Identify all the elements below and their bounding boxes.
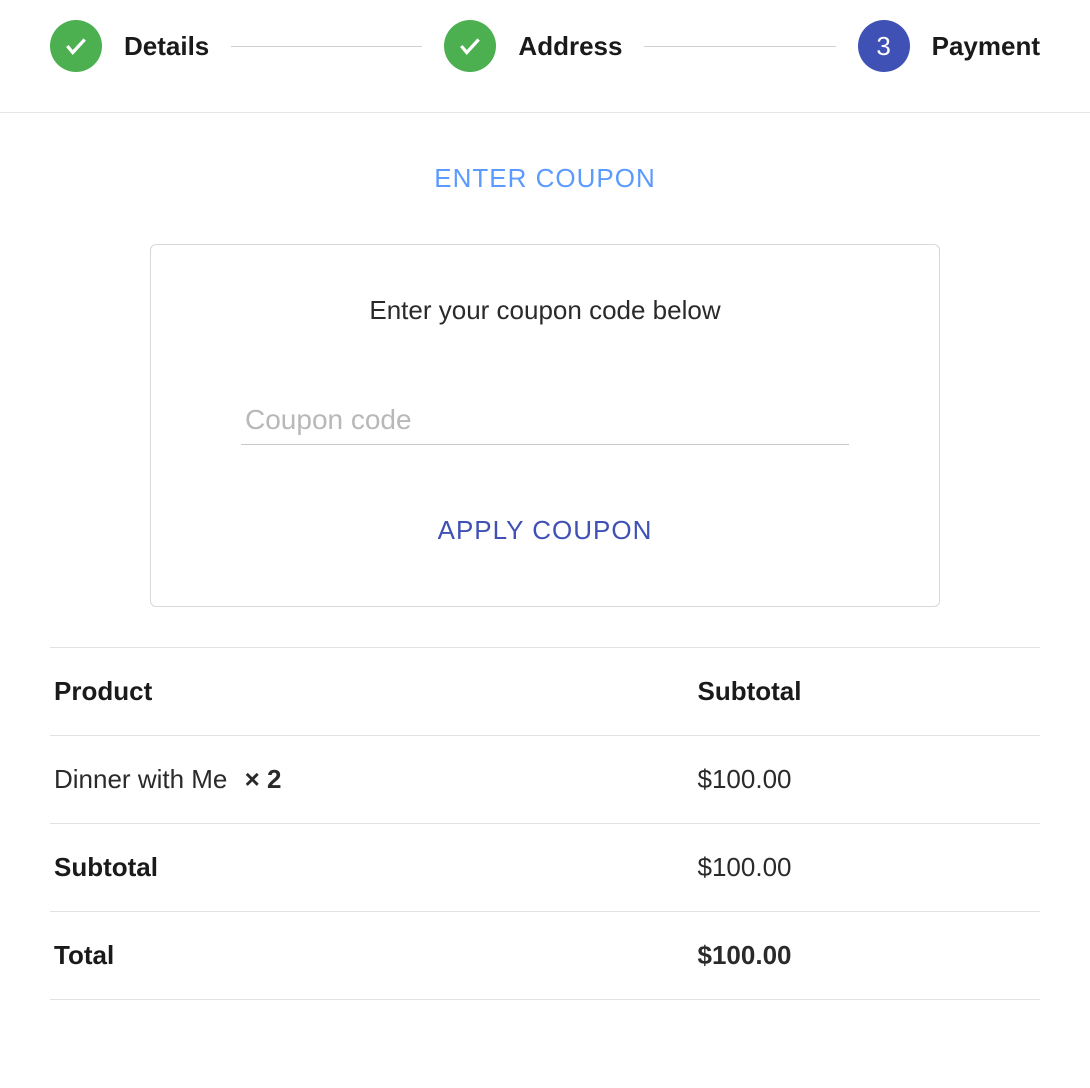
check-icon [50,20,102,72]
step-payment[interactable]: 3 Payment [858,20,1040,72]
subtotal-label: Subtotal [50,824,694,912]
total-label: Total [50,912,694,1000]
line-item-amount: $100.00 [694,736,1041,824]
step-address[interactable]: Address [444,20,622,72]
step-label: Payment [932,31,1040,62]
subtotal-amount: $100.00 [694,824,1041,912]
step-number-badge: 3 [858,20,910,72]
product-name: Dinner with Me [54,764,227,794]
order-summary-table: Product Subtotal Dinner with Me × 2 $100… [50,647,1040,1000]
header-subtotal: Subtotal [694,648,1041,736]
step-label: Details [124,31,209,62]
step-details[interactable]: Details [50,20,209,72]
enter-coupon-toggle[interactable]: ENTER COUPON [50,163,1040,194]
apply-coupon-button[interactable]: APPLY COUPON [438,515,653,546]
step-label: Address [518,31,622,62]
coupon-prompt: Enter your coupon code below [241,295,849,326]
step-connector [644,46,835,47]
checkout-stepper: Details Address 3 Payment [0,0,1090,113]
line-item-cell: Dinner with Me × 2 [50,736,694,824]
step-connector [231,46,422,47]
table-row: Dinner with Me × 2 $100.00 [50,736,1040,824]
total-amount: $100.00 [694,912,1041,1000]
coupon-code-input[interactable] [241,396,849,445]
header-product: Product [50,648,694,736]
table-row: Subtotal $100.00 [50,824,1040,912]
product-quantity: × 2 [245,764,282,794]
table-row: Total $100.00 [50,912,1040,1000]
check-icon [444,20,496,72]
coupon-panel: Enter your coupon code below APPLY COUPO… [150,244,940,607]
